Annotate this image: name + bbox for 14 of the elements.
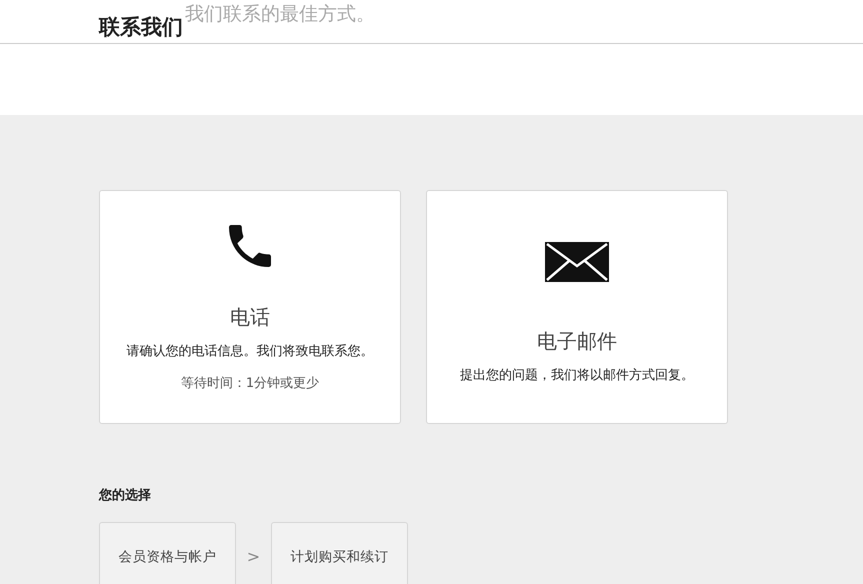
option-title: 电话: [230, 304, 270, 331]
breadcrumb-step[interactable]: 会员资格与帐户: [99, 522, 236, 584]
breadcrumb-step[interactable]: 计划购买和续订: [271, 522, 408, 584]
section-heading: 您的选择: [99, 487, 152, 505]
chevron-icon: >: [236, 522, 271, 584]
page-subtitle: 我们联系的最佳方式。: [185, 5, 375, 24]
contact-card[interactable]: 电话 请确认您的电话信息。我们将致电联系您。 等待时间：1分钟或更少: [99, 190, 401, 424]
page-title: 联系我们: [99, 17, 183, 38]
wait-time: 等待时间：1分钟或更少: [180, 374, 320, 392]
option-title: 电子邮件: [537, 328, 617, 355]
option-description: 提出您的问题，我们将以邮件方式回复。: [460, 367, 694, 385]
contact-card[interactable]: 电子邮件 提出您的问题，我们将以邮件方式回复。: [426, 190, 728, 424]
option-description: 请确认您的电话信息。我们将致电联系您。: [126, 343, 374, 361]
envelope-icon: [545, 242, 609, 282]
